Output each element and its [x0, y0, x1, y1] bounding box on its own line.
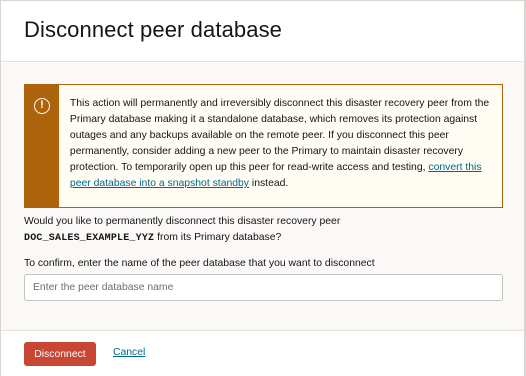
- dialog-title: Disconnect peer database: [24, 17, 283, 42]
- peer-database-name-input[interactable]: [24, 274, 503, 301]
- question-prefix: Would you like to permanently disconnect…: [24, 216, 341, 227]
- peer-database-name: DOC_SALES_EXAMPLE_YYZ: [24, 233, 155, 244]
- dialog-footer: Disconnect Cancel: [1, 330, 525, 376]
- question-suffix: from its Primary database?: [154, 232, 282, 243]
- cancel-button[interactable]: Cancel: [113, 347, 145, 358]
- dialog-header: Disconnect peer database: [1, 1, 525, 62]
- warning-message: ! This action will permanently and irrev…: [24, 84, 503, 208]
- warning-circle-icon: !: [34, 98, 50, 114]
- disconnect-question: Would you like to permanently disconnect…: [24, 214, 504, 247]
- warning-accent-bar: !: [25, 85, 59, 207]
- warning-text-main: This action will permanently and irrever…: [69, 98, 490, 173]
- warning-text-end: instead.: [249, 178, 289, 189]
- confirm-name-label: To confirm, enter the name of the peer d…: [24, 258, 375, 269]
- dialog-body: ! This action will permanently and irrev…: [1, 63, 525, 330]
- disconnect-button[interactable]: Disconnect: [24, 342, 96, 366]
- warning-text: This action will permanently and irrever…: [59, 85, 502, 207]
- disconnect-peer-dialog: Disconnect peer database ! This action w…: [0, 0, 526, 376]
